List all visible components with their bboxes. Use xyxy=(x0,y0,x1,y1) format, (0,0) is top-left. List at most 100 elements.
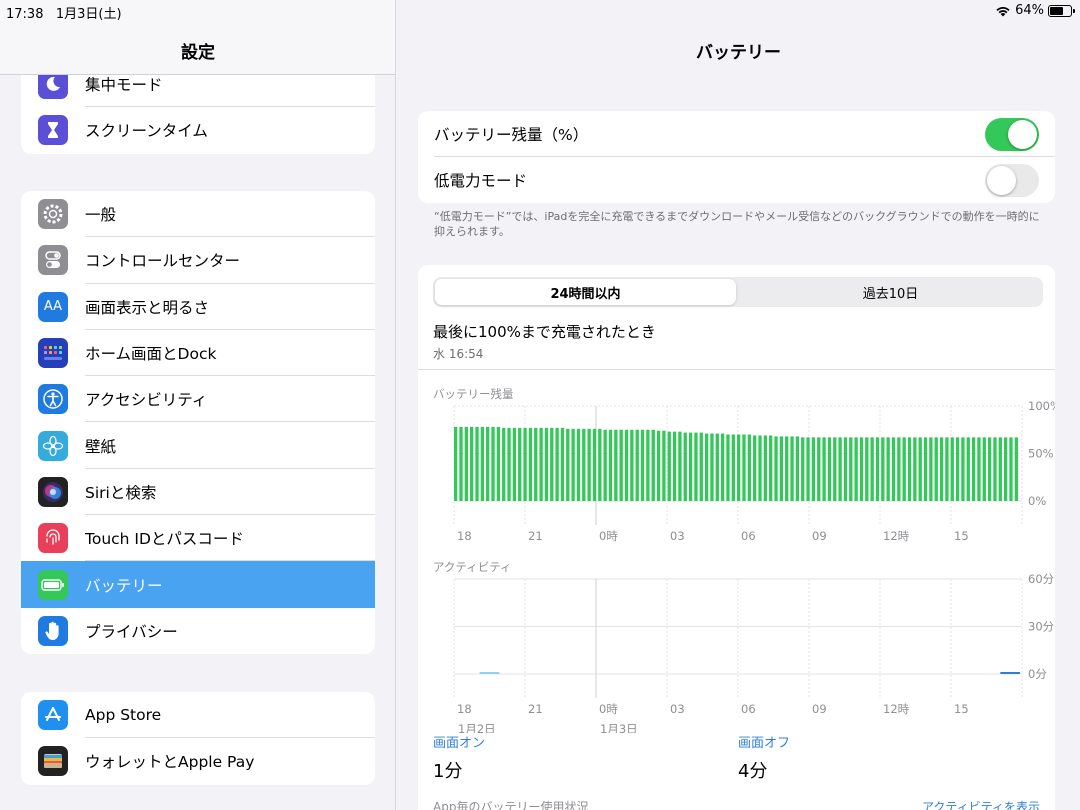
battery-bar xyxy=(918,437,922,501)
battery-bar xyxy=(838,437,842,501)
battery-bar xyxy=(859,437,864,501)
sidebar-item-control-center[interactable]: コントロールセンター xyxy=(21,237,375,284)
battery-level-chart: 100% 50% 0% 18 21 0時 03 06 09 12時 15 xyxy=(453,400,1055,543)
battery-bar xyxy=(849,437,853,501)
battery-bar xyxy=(630,429,634,501)
battery-bar xyxy=(929,437,933,501)
sidebar-item-wallpaper[interactable]: 壁紙 xyxy=(21,422,375,469)
battery-bar xyxy=(571,428,575,501)
gear-icon xyxy=(38,199,68,230)
battery-bar xyxy=(688,432,693,501)
low-power-mode-toggle[interactable] xyxy=(985,163,1039,197)
battery-bar xyxy=(486,426,490,501)
sidebar-item-label: アクセシビリティ xyxy=(85,391,208,410)
battery-bar xyxy=(1009,437,1013,501)
battery-bar xyxy=(833,437,837,501)
sidebar-item-label: App Store xyxy=(85,706,162,725)
battery-bar xyxy=(459,426,463,501)
toggles-icon xyxy=(38,245,68,276)
battery-bar xyxy=(886,437,890,501)
battery-bar xyxy=(667,431,671,501)
tab-24-hours[interactable]: 24時間以内 xyxy=(435,279,736,305)
screen-on-label: 画面オン xyxy=(433,736,486,751)
battery-bar xyxy=(678,431,682,501)
battery-percentage-toggle[interactable] xyxy=(985,117,1039,151)
sidebar-item-label: 壁紙 xyxy=(85,437,117,456)
battery-bar xyxy=(934,437,938,501)
battery-bar xyxy=(603,429,607,501)
battery-bar xyxy=(907,437,912,501)
battery-bar xyxy=(582,428,586,501)
battery-bar xyxy=(843,437,848,501)
low-power-footnote: “低電力モード”では、iPadを完全に充電できるまでダウンロードやメール受信など… xyxy=(434,210,1040,238)
battery-bar xyxy=(555,427,559,501)
battery-bar xyxy=(875,437,880,501)
x-tick-label: 03 xyxy=(670,529,685,543)
x-tick-label: 12時 xyxy=(883,529,910,543)
sidebar-item-display[interactable]: AA 画面表示と明るさ xyxy=(21,284,375,330)
toggle-knob xyxy=(987,165,1016,195)
sidebar-item-label: コントロールセンター xyxy=(85,252,241,271)
battery-bar xyxy=(865,437,869,501)
sidebar-item-general[interactable]: 一般 xyxy=(21,191,375,238)
sidebar-item-touch-id[interactable]: Touch IDとパスコード xyxy=(21,515,375,562)
sidebar-item-screen-time[interactable]: スクリーンタイム xyxy=(21,107,375,153)
battery-bar xyxy=(651,429,655,501)
sidebar-item-privacy[interactable]: プライバシー xyxy=(21,608,375,654)
battery-bar xyxy=(587,428,591,501)
battery-bar xyxy=(592,428,597,501)
activity-bar xyxy=(1000,672,1020,674)
battery-bar xyxy=(955,437,960,501)
battery-bar xyxy=(512,427,517,501)
status-battery-fill xyxy=(1050,6,1063,15)
tab-10-days[interactable]: 過去10日 xyxy=(740,279,1041,305)
battery-bar xyxy=(993,437,997,501)
battery-bar xyxy=(827,437,832,501)
sidebar-group-2: 一般 コントロールセンター AA 画面表示と明るさ ホーム画面とDock アクセ… xyxy=(21,191,375,654)
battery-bar xyxy=(923,437,928,501)
sidebar-item-accessibility[interactable]: アクセシビリティ xyxy=(21,376,375,423)
fingerprint-icon xyxy=(38,523,68,554)
battery-bar xyxy=(560,427,565,501)
battery-bar xyxy=(646,429,650,501)
sidebar-item-siri[interactable]: Siriと検索 xyxy=(21,469,375,516)
screen-off-stat: 画面オフ 4分 xyxy=(738,732,790,783)
battery-bar xyxy=(635,429,639,501)
sidebar-item-wallet[interactable]: ウォレットとApple Pay xyxy=(21,738,375,784)
y-tick-label: 0% xyxy=(1028,494,1046,508)
time-range-segmented-control: 24時間以内 過去10日 xyxy=(433,277,1043,307)
text-size-icon: AA xyxy=(38,291,68,322)
x-tick-label: 21 xyxy=(528,529,543,543)
activity-chart: 60分30分0分18 21 0時 03 06 09 12時 151月2日 1月3日 xyxy=(453,573,1055,733)
battery-bar xyxy=(1014,437,1018,501)
x-tick-label: 09 xyxy=(812,529,827,543)
battery-bar xyxy=(528,427,533,501)
sidebar-item-battery[interactable]: バッテリー xyxy=(21,561,375,608)
app-store-icon xyxy=(38,700,68,731)
battery-bar xyxy=(619,429,623,501)
last-charged-label: 最後に100%まで充電されたとき xyxy=(433,323,656,341)
battery-bar xyxy=(795,436,800,501)
battery-bar xyxy=(998,437,1002,501)
sidebar-item-home-screen[interactable]: ホーム画面とDock xyxy=(21,330,375,377)
battery-bar xyxy=(507,427,511,501)
battery-bar xyxy=(683,432,687,501)
wifi-icon xyxy=(996,6,1010,16)
battery-bar xyxy=(785,436,789,501)
battery-bar xyxy=(817,437,821,501)
sidebar-item-app-store[interactable]: App Store xyxy=(21,692,375,739)
battery-bar xyxy=(763,435,768,501)
y-tick-label: 50% xyxy=(1028,447,1054,461)
battery-bar xyxy=(566,428,570,501)
battery-bar xyxy=(811,437,816,501)
y-tick-label: 30分 xyxy=(1028,620,1055,634)
status-left: 17:38 1月3日(土) xyxy=(6,3,122,22)
battery-bar xyxy=(987,437,992,501)
battery-bar xyxy=(753,435,757,501)
sidebar: 設定 集中モード スクリーンタイム 一般 コントロールセンター AA 画面表示と… xyxy=(0,0,396,810)
toggle-knob xyxy=(1008,119,1037,149)
setting-row-battery-percentage: バッテリー残量（%） xyxy=(418,111,1055,157)
wallet-icon xyxy=(38,746,68,777)
show-activity-link[interactable]: アクティビティを表示 xyxy=(922,798,1040,810)
battery-bar xyxy=(699,432,703,501)
